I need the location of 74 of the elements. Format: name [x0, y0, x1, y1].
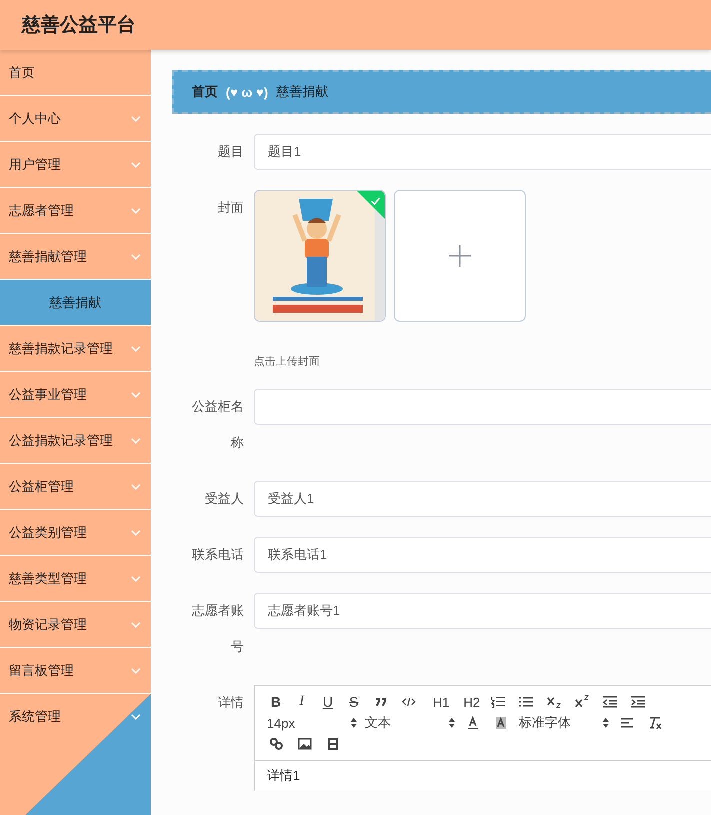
- sidebar-item[interactable]: 慈善类型管理: [0, 556, 151, 602]
- sidebar-item[interactable]: 慈善捐款记录管理: [0, 326, 151, 372]
- outdent-icon[interactable]: [602, 695, 618, 709]
- subscript-icon[interactable]: [546, 695, 562, 709]
- ordered-list-icon[interactable]: [490, 695, 506, 709]
- superscript-icon[interactable]: [574, 695, 590, 709]
- breadcrumb-item[interactable]: 首页: [192, 83, 218, 101]
- background-color-icon[interactable]: [493, 716, 509, 730]
- dropdown-arrows-icon: [603, 718, 609, 728]
- sidebar-item[interactable]: 公益类别管理: [0, 510, 151, 556]
- text-field[interactable]: 题目1: [254, 134, 711, 170]
- breadcrumb-separator: (♥ ω ♥): [226, 84, 268, 100]
- font-color-icon[interactable]: [465, 716, 481, 730]
- chevron-down-icon: [131, 254, 141, 260]
- sidebar-item[interactable]: 公益事业管理: [0, 372, 151, 418]
- sidebar-item[interactable]: 用户管理: [0, 142, 151, 188]
- format-button[interactable]: U: [319, 694, 337, 710]
- chevron-down-icon: [131, 438, 141, 444]
- plus-icon: [449, 245, 471, 267]
- sidebar-item[interactable]: 个人中心: [0, 96, 151, 142]
- chevron-down-icon: [131, 116, 141, 122]
- heading-button[interactable]: H1: [433, 694, 450, 710]
- toolbar-dropdown[interactable]: 文本: [365, 714, 455, 732]
- sidebar-item[interactable]: 留言板管理: [0, 648, 151, 694]
- text-field[interactable]: [254, 389, 711, 425]
- sidebar-subitem[interactable]: 慈善捐献: [0, 280, 151, 326]
- clear-format-icon[interactable]: [647, 716, 663, 730]
- upload-hint: 点击上传封面: [254, 354, 321, 369]
- bullet-list-icon[interactable]: [518, 695, 534, 709]
- text-field[interactable]: 志愿者账号1: [254, 593, 711, 629]
- dropdown-arrows-icon: [449, 718, 455, 728]
- field-label: 志愿者账号: [191, 602, 244, 656]
- toolbar-dropdown[interactable]: 14px: [267, 716, 357, 730]
- text-field[interactable]: 受益人1: [254, 481, 711, 517]
- chevron-down-icon: [131, 530, 141, 536]
- quote-icon[interactable]: [373, 695, 389, 709]
- chevron-down-icon: [131, 392, 141, 398]
- check-icon: [370, 197, 381, 206]
- field-label: 封面: [218, 199, 244, 217]
- sidebar-item[interactable]: 公益捐款记录管理: [0, 418, 151, 464]
- sidebar-item[interactable]: 系统管理: [0, 694, 151, 739]
- chevron-down-icon: [131, 714, 141, 720]
- sidebar-item[interactable]: 志愿者管理: [0, 188, 151, 234]
- format-button[interactable]: I: [293, 694, 311, 710]
- dropdown-arrows-icon: [351, 718, 357, 728]
- field-label: 题目: [218, 143, 244, 161]
- indent-icon[interactable]: [630, 695, 646, 709]
- chevron-down-icon: [131, 208, 141, 214]
- sidebar-item[interactable]: 首页: [0, 50, 151, 96]
- field-label: 受益人: [205, 490, 244, 508]
- app-title: 慈善公益平台: [22, 13, 136, 38]
- link-icon[interactable]: [269, 737, 285, 751]
- toolbar-dropdown[interactable]: 标准字体: [519, 714, 609, 732]
- align-icon[interactable]: [619, 716, 635, 730]
- heading-button[interactable]: H2: [464, 694, 480, 710]
- sidebar-item[interactable]: 公益柜管理: [0, 464, 151, 510]
- chevron-down-icon: [131, 622, 141, 628]
- chevron-down-icon: [131, 576, 141, 582]
- chevron-down-icon: [131, 346, 141, 352]
- format-button[interactable]: B: [267, 694, 285, 710]
- chevron-down-icon: [131, 162, 141, 168]
- format-button[interactable]: S: [345, 694, 363, 710]
- breadcrumb-item: 慈善捐献: [276, 83, 328, 101]
- chevron-down-icon: [131, 668, 141, 674]
- chevron-down-icon: [131, 484, 141, 490]
- video-icon[interactable]: [325, 737, 341, 751]
- sidebar-item[interactable]: 物资记录管理: [0, 602, 151, 648]
- code-icon[interactable]: [401, 695, 417, 709]
- field-label: 详情: [218, 694, 244, 712]
- field-label: 联系电话: [192, 546, 244, 564]
- rich-text-editor[interactable]: B I U S H1 H2 14px 文本 标准字体: [254, 685, 711, 761]
- field-label: 公益柜名称: [191, 398, 244, 452]
- text-field[interactable]: 联系电话1: [254, 537, 711, 573]
- image-icon[interactable]: [297, 737, 313, 751]
